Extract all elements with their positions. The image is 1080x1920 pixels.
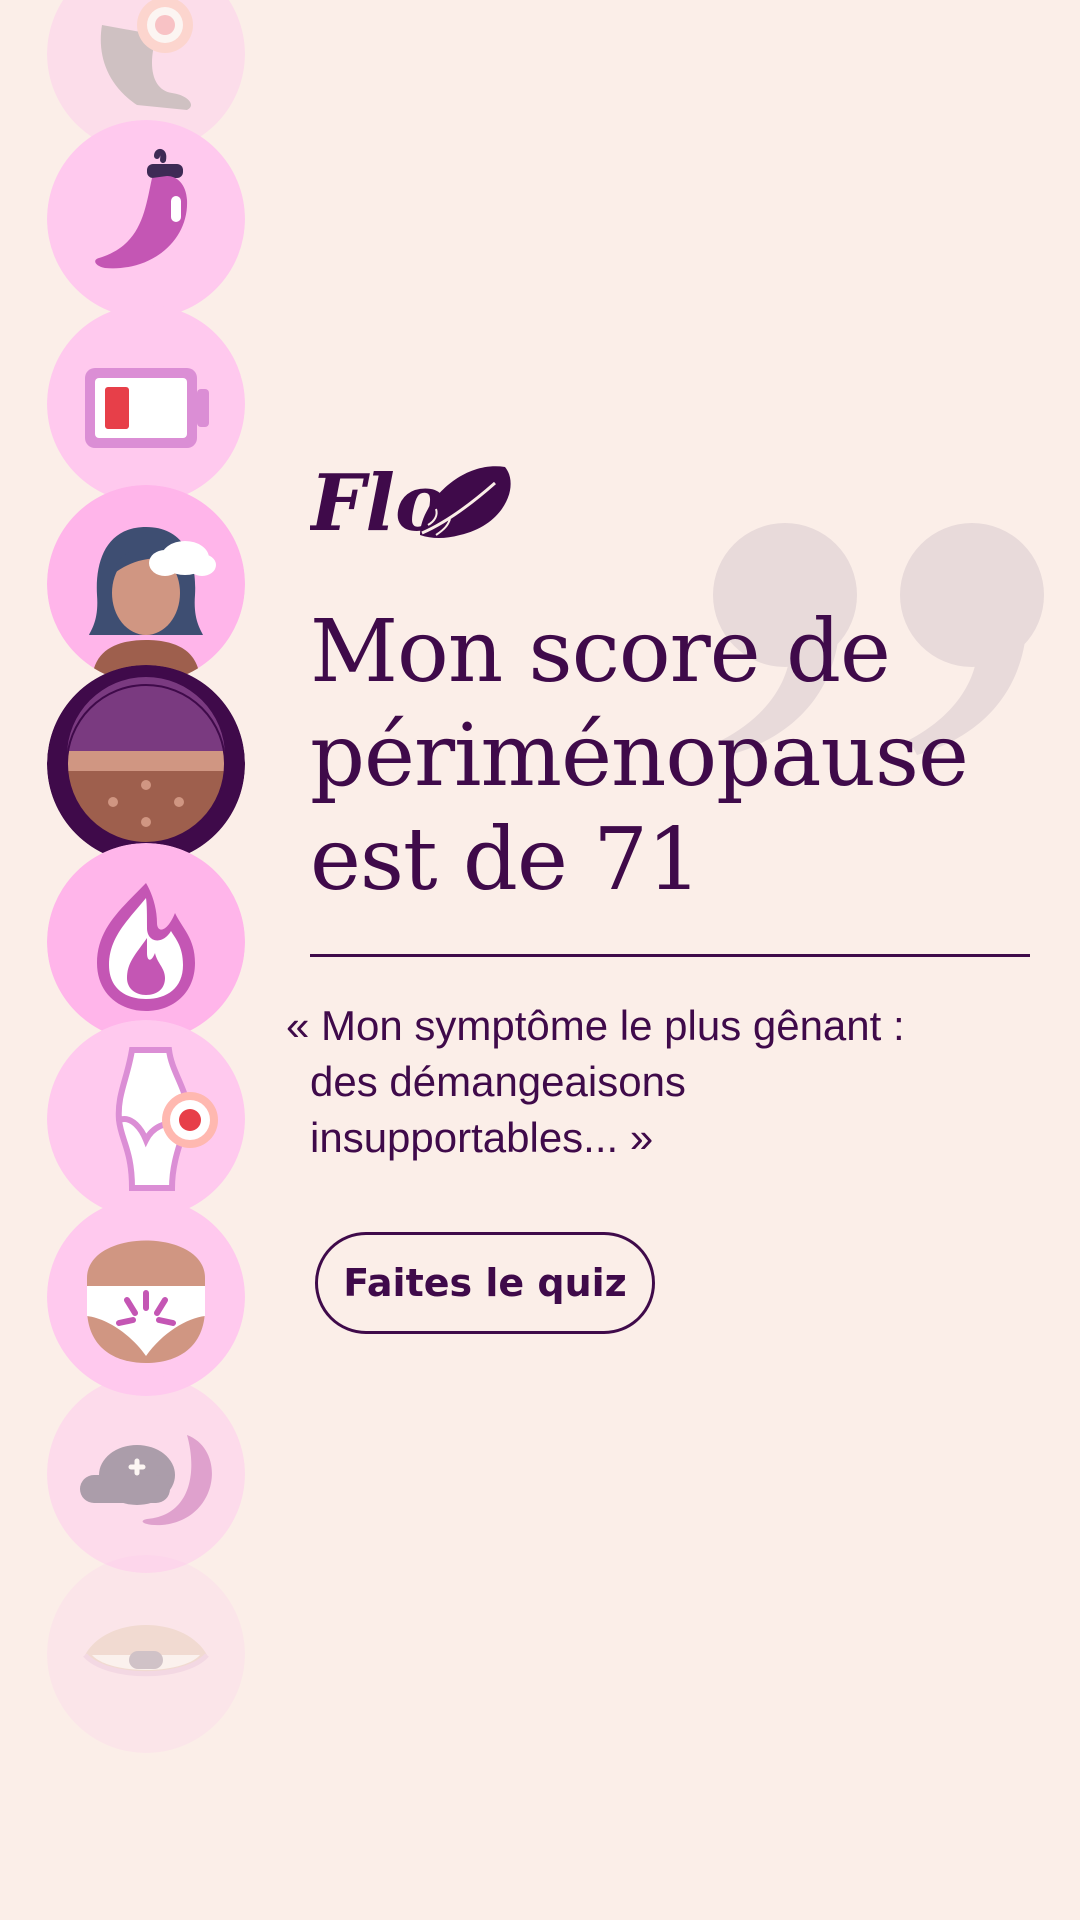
divider bbox=[310, 954, 1030, 957]
testimonial-line-1: « Mon symptôme le plus gênant : bbox=[286, 1002, 905, 1049]
itchy-skin-icon bbox=[47, 665, 245, 863]
joint-pain-knee-icon bbox=[47, 1020, 245, 1218]
brain-fog-woman-icon bbox=[47, 485, 245, 683]
headline-line-3: est de 71 bbox=[310, 810, 702, 910]
hot-flash-flame-icon bbox=[47, 843, 245, 1041]
take-quiz-button[interactable]: Faites le quiz bbox=[315, 1232, 655, 1334]
headline-line-2: périménopause bbox=[310, 706, 969, 806]
sleep-cloud-moon-icon bbox=[47, 1375, 245, 1573]
page-title: Mon score de périménopause est de 71 bbox=[310, 600, 1050, 912]
headline-line-1: Mon score de bbox=[310, 602, 891, 702]
symptom-icon-column bbox=[0, 0, 260, 1920]
flo-logo: Flo bbox=[308, 455, 515, 549]
pelvic-pain-icon bbox=[47, 1198, 245, 1396]
testimonial-line-3: insupportables... » bbox=[310, 1114, 654, 1161]
testimonial-quote: « Mon symptôme le plus gênant : des déma… bbox=[286, 998, 1026, 1166]
hot-pepper-icon bbox=[47, 120, 245, 318]
dry-eye-icon bbox=[47, 1555, 245, 1753]
testimonial-line-2: des démangeaisons bbox=[310, 1058, 686, 1105]
low-battery-icon bbox=[47, 305, 245, 503]
